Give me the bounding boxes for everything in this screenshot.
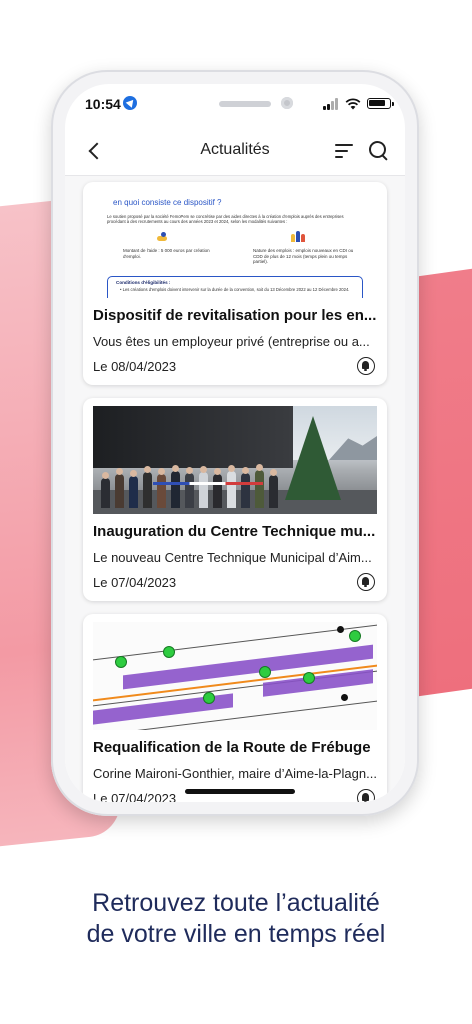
notification-bell-icon[interactable] [357, 357, 375, 375]
article-image-document: en quoi consiste ce dispositif ? Le sout… [93, 190, 377, 298]
article-description: Le nouveau Centre Technique Municipal d’… [93, 550, 372, 565]
image-heading: en quoi consiste ce dispositif ? [113, 198, 222, 207]
eligibility-box: Conditions d'éligibilités : • Les créati… [107, 276, 363, 298]
photo-person [143, 466, 152, 508]
article-date: Le 08/04/2023 [93, 359, 177, 374]
photo-person [255, 464, 264, 508]
plan-tree [115, 656, 127, 668]
photo-ribbon [153, 482, 263, 485]
phone-frame: 10:54 Actualités en quoi consiste ce dis… [51, 70, 419, 816]
photo-person [213, 468, 222, 508]
plan-marker [341, 694, 348, 701]
photo-person [101, 472, 110, 508]
notification-bell-icon[interactable] [357, 789, 375, 802]
filter-button[interactable] [335, 142, 355, 160]
eligibility-text: • Les créations d'emplois doivent interv… [120, 287, 350, 292]
wifi-icon [345, 97, 361, 110]
article-description: Corine Maironi-Gonthier, maire d’Aime-la… [93, 766, 377, 781]
plan-tree [203, 692, 215, 704]
battery-icon [367, 98, 394, 109]
article-title: Dispositif de revitalisation pour les en… [93, 307, 377, 324]
image-aid-amount: Montant de l'aide : 5 000 euros par créa… [123, 248, 210, 259]
plan-tree [163, 646, 175, 658]
photo-person [171, 465, 180, 508]
image-job-type: Nature des emplois : emplois nouveaux en… [253, 248, 354, 264]
article-image-plan [93, 622, 377, 730]
hand-coin-icon [157, 232, 169, 242]
photo-person [115, 468, 124, 508]
plan-marker [337, 626, 344, 633]
photo-person [241, 467, 250, 508]
article-description: Vous êtes un employeur privé (entreprise… [93, 334, 370, 349]
navigation-bar: Actualités [65, 128, 405, 176]
signal-icon [323, 98, 339, 110]
notification-bell-icon[interactable] [357, 573, 375, 591]
promo-screen: 10:54 Actualités en quoi consiste ce dis… [0, 0, 472, 1024]
status-bar: 10:54 [65, 84, 405, 124]
article-date: Le 07/04/2023 [93, 791, 177, 802]
photo-building [93, 406, 293, 468]
status-time: 10:54 [85, 96, 121, 112]
eligibility-title: Conditions d'éligibilités : [116, 280, 171, 285]
photo-person [227, 465, 236, 508]
photo-person [199, 466, 208, 508]
people-icon [291, 230, 307, 242]
promo-tagline: Retrouvez toute l’actualité de votre vil… [0, 888, 472, 950]
article-title: Requalification de la Route de Frébuge [93, 739, 371, 756]
home-indicator[interactable] [185, 789, 295, 794]
news-card-route-frebuge[interactable]: Requalification de la Route de Frébuge C… [83, 614, 387, 802]
plan-tree [349, 630, 361, 642]
search-button[interactable] [367, 139, 391, 163]
photo-person [157, 468, 166, 508]
article-image-photo [93, 406, 377, 514]
article-title: Inauguration du Centre Technique mu... [93, 523, 376, 540]
news-card-revitalisation[interactable]: en quoi consiste ce dispositif ? Le sout… [83, 182, 387, 385]
article-date: Le 07/04/2023 [93, 575, 177, 590]
photo-person [185, 467, 194, 508]
photo-person [129, 470, 138, 508]
location-icon [123, 96, 137, 110]
phone-screen: 10:54 Actualités en quoi consiste ce dis… [65, 84, 405, 802]
tagline-line-1: Retrouvez toute l’actualité [92, 889, 380, 917]
tagline-line-2: de votre ville en temps réel [86, 920, 386, 948]
image-intro: Le soutien proposé par la société FemoPe… [107, 214, 344, 224]
news-card-inauguration[interactable]: Inauguration du Centre Technique mu... L… [83, 398, 387, 601]
plan-tree [259, 666, 271, 678]
news-feed[interactable]: en quoi consiste ce dispositif ? Le sout… [65, 176, 405, 802]
photo-person [269, 469, 278, 508]
plan-tree [303, 672, 315, 684]
